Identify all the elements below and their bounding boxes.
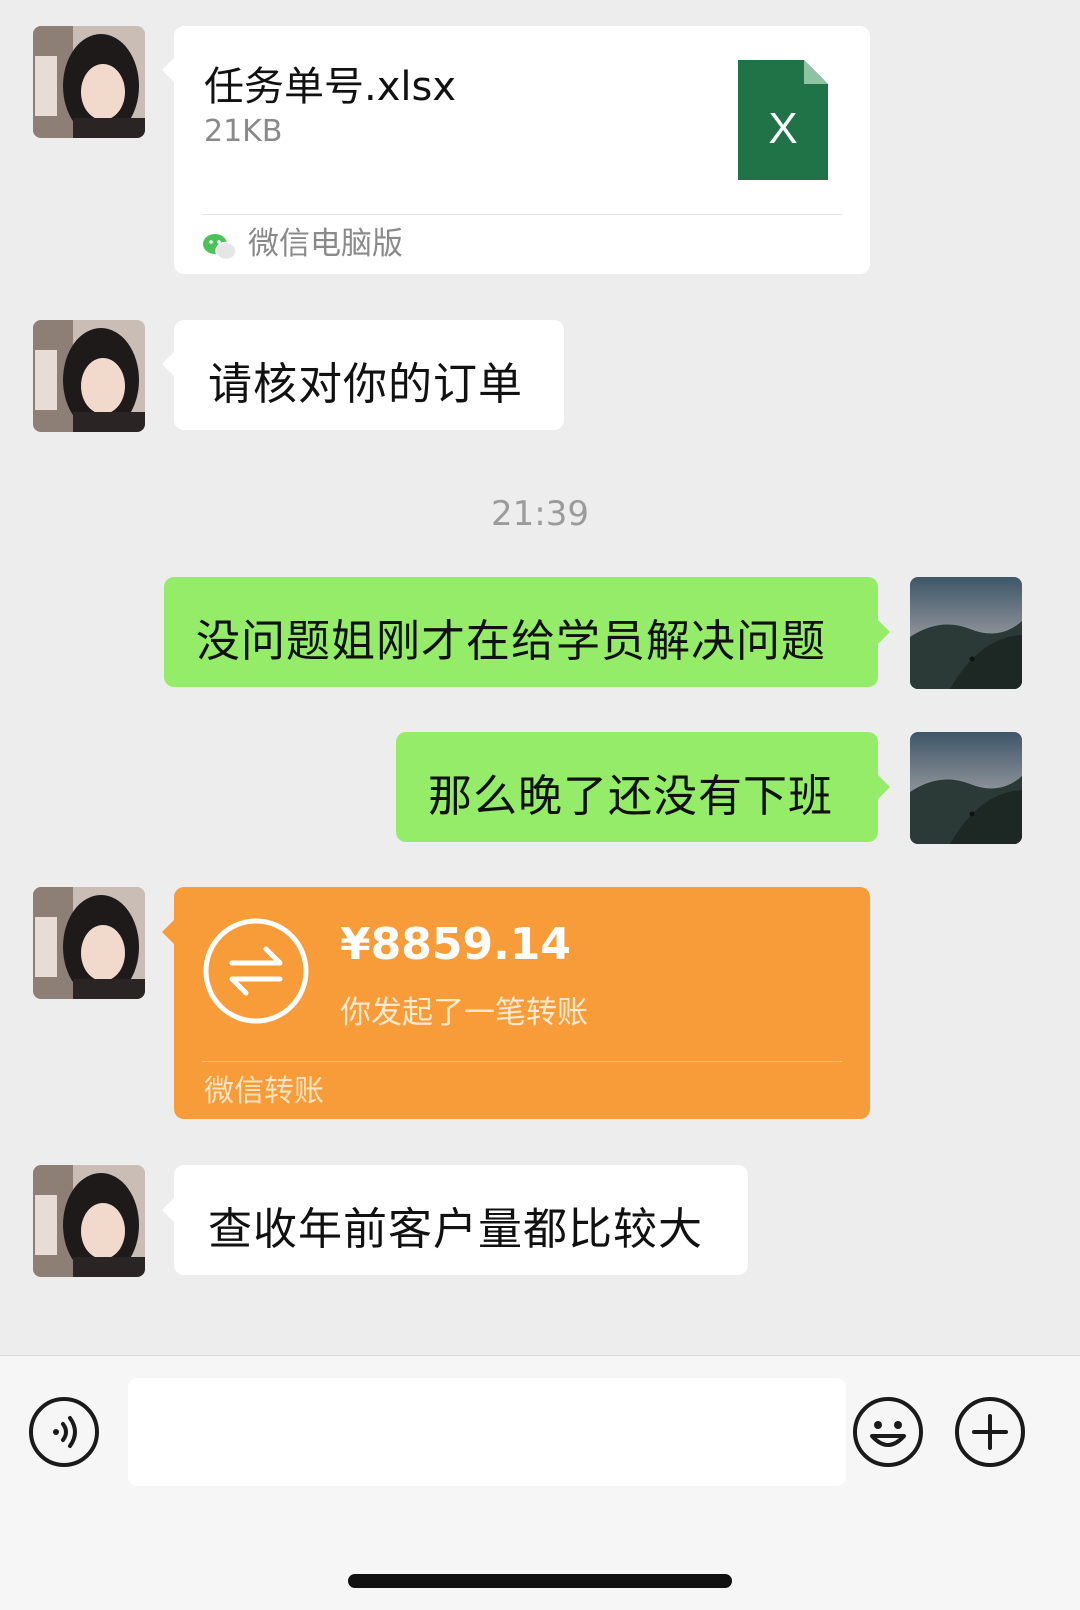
outgoing-message-bubble[interactable]: 那么晚了还没有下班	[396, 732, 878, 842]
excel-file-letter: X	[768, 104, 798, 153]
outgoing-message-bubble[interactable]: 没问题姐刚才在给学员解决问题	[164, 577, 878, 687]
transfer-description: 你发起了一笔转账	[340, 995, 588, 1031]
input-bar	[0, 1355, 1080, 1610]
contact-avatar[interactable]	[33, 1165, 145, 1277]
chat-area[interactable]: 任务单号.xlsx 21KB X 微信电脑版 请核对你的订单 21:39 没问题…	[0, 0, 1080, 1355]
bubble-tail	[162, 58, 174, 82]
contact-avatar[interactable]	[33, 26, 145, 138]
home-indicator	[348, 1574, 732, 1588]
contact-avatar[interactable]	[33, 320, 145, 432]
excel-file-icon: X	[738, 60, 828, 180]
bubble-tail	[878, 775, 890, 799]
file-source-label: 微信电脑版	[248, 226, 403, 262]
emoji-icon[interactable]	[852, 1396, 924, 1468]
message-text: 那么晚了还没有下班	[428, 771, 833, 822]
file-message-card[interactable]: 任务单号.xlsx 21KB X 微信电脑版	[174, 26, 870, 274]
bubble-tail	[878, 620, 890, 644]
file-name: 任务单号.xlsx	[204, 64, 457, 110]
bubble-tail	[162, 920, 174, 944]
contact-avatar[interactable]	[33, 887, 145, 999]
message-input[interactable]	[128, 1378, 846, 1486]
message-text: 没问题姐刚才在给学员解决问题	[196, 616, 826, 667]
transfer-amount: ¥8859.14	[340, 919, 572, 970]
incoming-message-bubble[interactable]: 查收年前客户量都比较大	[174, 1165, 748, 1275]
transfer-message-card[interactable]: ¥8859.14 你发起了一笔转账 微信转账	[174, 887, 870, 1119]
plus-icon[interactable]	[954, 1396, 1026, 1468]
bubble-tail	[162, 1198, 174, 1222]
transfer-icon	[202, 917, 310, 1029]
incoming-message-bubble[interactable]: 请核对你的订单	[174, 320, 564, 430]
file-size: 21KB	[204, 114, 283, 149]
transfer-footer-label: 微信转账	[204, 1074, 324, 1109]
bubble-tail	[162, 352, 174, 376]
my-avatar[interactable]	[910, 577, 1022, 689]
message-text: 查收年前客户量都比较大	[208, 1204, 703, 1255]
wechat-icon	[202, 232, 238, 266]
message-text: 请核对你的订单	[208, 359, 523, 410]
voice-icon[interactable]	[28, 1396, 100, 1468]
transfer-card-divider	[202, 1061, 842, 1062]
file-card-divider	[202, 214, 842, 215]
message-timestamp: 21:39	[491, 494, 589, 534]
my-avatar[interactable]	[910, 732, 1022, 844]
